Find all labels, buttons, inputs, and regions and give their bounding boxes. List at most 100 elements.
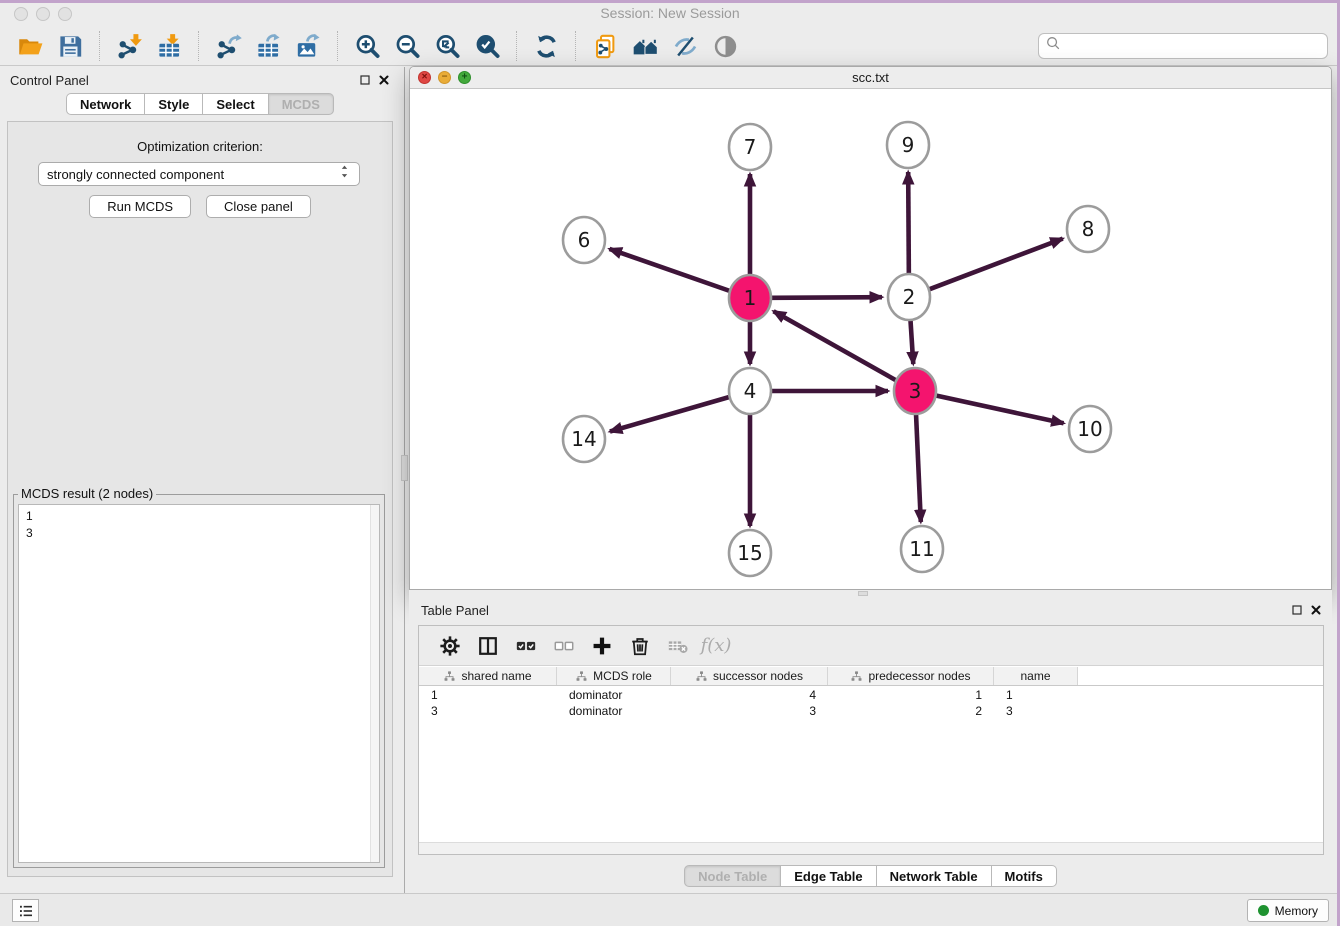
toolbar-separator bbox=[198, 31, 199, 61]
import-network-button[interactable] bbox=[109, 29, 149, 63]
graph-node-2[interactable]: 2 bbox=[888, 274, 930, 320]
graph-node-3[interactable]: 3 bbox=[894, 368, 936, 414]
show-column-panel-button[interactable] bbox=[471, 630, 505, 662]
graph-node-8[interactable]: 8 bbox=[1067, 206, 1109, 252]
control-panel-title: Control Panel bbox=[10, 73, 89, 88]
delete-column-button[interactable] bbox=[623, 630, 657, 662]
edge-3-11[interactable] bbox=[916, 413, 921, 522]
tab-network-table[interactable]: Network Table bbox=[877, 865, 992, 887]
column-header-MCDS-role[interactable]: MCDS role bbox=[557, 667, 671, 685]
edge-2-3[interactable] bbox=[910, 319, 913, 364]
zoom-selected-button[interactable] bbox=[467, 29, 507, 63]
network-canvas[interactable]: 7 9 6 8 1 2 4 3 14 10 15 11 bbox=[410, 90, 1331, 589]
select-all-rows-button[interactable] bbox=[509, 630, 543, 662]
graph-node-1[interactable]: 1 bbox=[729, 275, 771, 321]
result-scrollbar[interactable] bbox=[370, 505, 379, 862]
cell-predecessor-nodes[interactable]: 2 bbox=[828, 704, 994, 718]
float-panel-icon[interactable] bbox=[359, 73, 371, 91]
cell-MCDS-role[interactable]: dominator bbox=[557, 704, 671, 718]
column-header-shared-name[interactable]: shared name bbox=[419, 667, 557, 685]
table-body: 1dominator4113dominator323 bbox=[419, 687, 1323, 842]
cell-name[interactable]: 3 bbox=[994, 704, 1078, 718]
network-from-selection-button[interactable] bbox=[585, 29, 625, 63]
column-header-predecessor-nodes[interactable]: predecessor nodes bbox=[828, 667, 994, 685]
edge-3-1[interactable] bbox=[774, 311, 896, 380]
cell-shared-name[interactable]: 3 bbox=[419, 704, 557, 718]
cell-successor-nodes[interactable]: 4 bbox=[671, 688, 828, 702]
float-table-panel-icon[interactable] bbox=[1291, 603, 1303, 621]
tab-edge-table[interactable]: Edge Table bbox=[781, 865, 876, 887]
apply-layout-button[interactable] bbox=[526, 29, 566, 63]
cell-predecessor-nodes[interactable]: 1 bbox=[828, 688, 994, 702]
close-table-panel-icon[interactable] bbox=[1310, 603, 1322, 621]
search-input[interactable] bbox=[1066, 36, 1321, 56]
memory-label: Memory bbox=[1275, 904, 1318, 918]
cell-successor-nodes[interactable]: 3 bbox=[671, 704, 828, 718]
open-session-button[interactable] bbox=[10, 29, 50, 63]
vertical-splitter-handle[interactable] bbox=[401, 455, 408, 481]
horizontal-splitter[interactable] bbox=[409, 590, 1332, 597]
table-hscrollbar[interactable] bbox=[419, 842, 1323, 854]
zoom-in-button[interactable] bbox=[347, 29, 387, 63]
task-history-button[interactable] bbox=[12, 899, 39, 922]
table-settings-button[interactable] bbox=[433, 630, 467, 662]
table-toolbar: f(x) bbox=[419, 626, 1323, 666]
close-panel-button[interactable]: Close panel bbox=[206, 195, 311, 218]
hide-selected-button[interactable] bbox=[665, 29, 705, 63]
tab-mcds[interactable]: MCDS bbox=[269, 93, 334, 115]
zoom-out-button[interactable] bbox=[387, 29, 427, 63]
cell-MCDS-role[interactable]: dominator bbox=[557, 688, 671, 702]
network-window-titlebar[interactable]: × − + scc.txt bbox=[410, 67, 1331, 89]
graph-node-9[interactable]: 9 bbox=[887, 122, 929, 168]
zoom-fit-button[interactable] bbox=[427, 29, 467, 63]
column-tree-icon bbox=[575, 670, 588, 683]
vertical-splitter[interactable] bbox=[400, 67, 409, 893]
edge-1-2[interactable] bbox=[772, 297, 882, 298]
graph-node-6[interactable]: 6 bbox=[563, 217, 605, 263]
column-header-successor-nodes[interactable]: successor nodes bbox=[671, 667, 828, 685]
network-graph[interactable]: 7 9 6 8 1 2 4 3 14 10 15 11 bbox=[410, 90, 1331, 589]
tab-network[interactable]: Network bbox=[66, 93, 145, 115]
run-mcds-button[interactable]: Run MCDS bbox=[89, 195, 191, 218]
tab-select[interactable]: Select bbox=[203, 93, 268, 115]
export-network-button[interactable] bbox=[208, 29, 248, 63]
add-column-button[interactable] bbox=[585, 630, 619, 662]
column-tree-icon bbox=[850, 670, 863, 683]
graph-node-10[interactable]: 10 bbox=[1069, 406, 1111, 452]
memory-button[interactable]: Memory bbox=[1247, 899, 1329, 922]
graph-node-4[interactable]: 4 bbox=[729, 368, 771, 414]
mcds-result-values: 1 3 bbox=[26, 508, 379, 542]
first-neighbors-button[interactable] bbox=[625, 29, 665, 63]
mcds-result-list[interactable]: 1 3 bbox=[18, 504, 380, 863]
node-table: f(x) shared nameMCDS rolesuccessor nodes… bbox=[418, 625, 1324, 855]
table-row[interactable]: 1dominator411 bbox=[419, 687, 1323, 703]
graph-node-11[interactable]: 11 bbox=[901, 526, 943, 572]
cell-name[interactable]: 1 bbox=[994, 688, 1078, 702]
export-table-button[interactable] bbox=[248, 29, 288, 63]
cell-shared-name[interactable]: 1 bbox=[419, 688, 557, 702]
horizontal-splitter-handle[interactable] bbox=[858, 591, 868, 596]
edge-3-10[interactable] bbox=[936, 396, 1063, 424]
deselect-all-rows-button[interactable] bbox=[547, 630, 581, 662]
export-image-button[interactable] bbox=[288, 29, 328, 63]
save-session-button[interactable] bbox=[50, 29, 90, 63]
column-header-name[interactable]: name bbox=[994, 667, 1078, 685]
graph-node-14[interactable]: 14 bbox=[563, 416, 605, 462]
import-table-button[interactable] bbox=[149, 29, 189, 63]
tab-style[interactable]: Style bbox=[145, 93, 203, 115]
table-row[interactable]: 3dominator323 bbox=[419, 703, 1323, 719]
edge-2-9[interactable] bbox=[908, 172, 909, 275]
graph-node-7[interactable]: 7 bbox=[729, 124, 771, 170]
search-box[interactable] bbox=[1038, 33, 1328, 59]
main-toolbar bbox=[0, 27, 1340, 66]
edge-2-8[interactable] bbox=[930, 239, 1063, 290]
close-panel-icon[interactable] bbox=[378, 73, 390, 91]
tab-node-table[interactable]: Node Table bbox=[684, 865, 781, 887]
edge-4-14[interactable] bbox=[610, 397, 729, 431]
edge-1-6[interactable] bbox=[609, 249, 729, 291]
show-hidden-button[interactable] bbox=[705, 29, 745, 63]
graph-node-15[interactable]: 15 bbox=[729, 530, 771, 576]
optimization-criterion-select[interactable]: strongly connected component bbox=[38, 162, 360, 186]
tab-motifs[interactable]: Motifs bbox=[992, 865, 1057, 887]
table-tabs: Node TableEdge TableNetwork TableMotifs bbox=[409, 865, 1332, 887]
